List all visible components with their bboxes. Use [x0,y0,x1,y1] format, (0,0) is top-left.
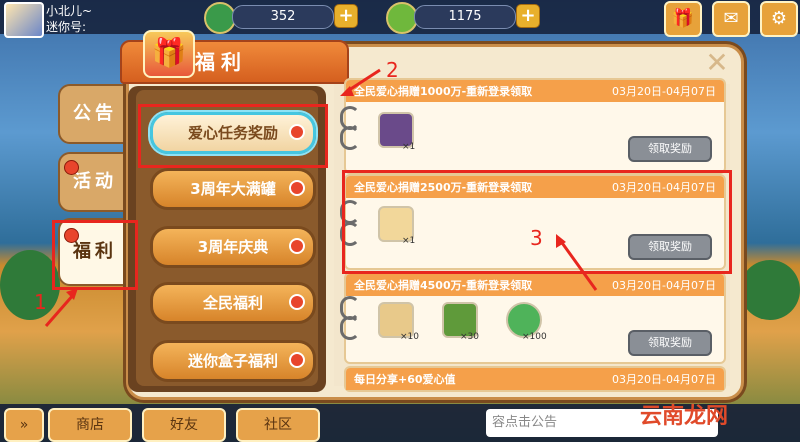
annotation-arrows [44,68,598,327]
friends-button[interactable]: 好友 [142,408,226,442]
expand-chevron-icon[interactable]: » [4,408,44,442]
shop-button[interactable]: 商店 [48,408,132,442]
watermark-logo: 云南龙网 [640,404,729,429]
community-button[interactable]: 社区 [236,408,320,442]
